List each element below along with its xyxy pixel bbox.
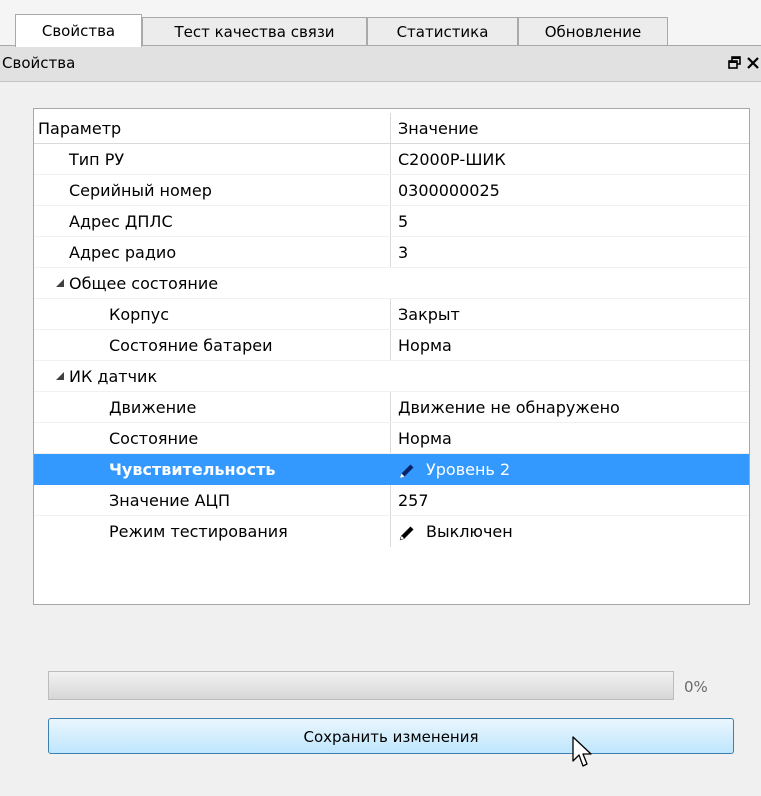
panel-header: Свойства [0, 46, 761, 82]
tab-statistics[interactable]: Статистика [367, 17, 518, 45]
property-row-dpls-address[interactable]: Адрес ДПЛС 5 [34, 206, 749, 237]
property-row-radio-address[interactable]: Адрес радио 3 [34, 237, 749, 268]
property-row-adc-value[interactable]: Значение АЦП 257 [34, 485, 749, 516]
tab-link-quality-test[interactable]: Тест качества связи [142, 17, 367, 45]
property-name: Серийный номер [69, 181, 212, 200]
group-name: ИК датчик [69, 367, 158, 386]
property-value: Норма [398, 336, 452, 355]
property-value: Выключен [426, 522, 513, 541]
property-value: Норма [398, 429, 452, 448]
property-row-battery-state[interactable]: Состояние батареи Норма [34, 330, 749, 361]
mouse-cursor-icon [572, 736, 592, 767]
tab-properties-label: Свойства [41, 22, 116, 40]
property-name: Состояние батареи [109, 336, 273, 355]
group-row-ir-sensor[interactable]: ИК датчик [34, 361, 749, 392]
property-row-type[interactable]: Тип РУ С2000Р-ШИК [34, 144, 749, 175]
property-value-editor[interactable]: Выключен [398, 516, 513, 547]
property-name: Тип РУ [69, 150, 125, 169]
property-name: Состояние [109, 429, 199, 448]
property-name: Адрес радио [69, 243, 177, 262]
progress-percent: 0% [684, 678, 708, 696]
collapse-arrow-icon[interactable] [56, 372, 64, 380]
property-name: Корпус [109, 305, 170, 324]
grid-header-value: Значение [398, 119, 479, 138]
grid-header: Параметр Значение [34, 113, 749, 144]
pencil-icon [400, 464, 414, 478]
pencil-icon [399, 526, 414, 540]
property-value: Уровень 2 [426, 460, 511, 479]
close-icon[interactable] [746, 56, 760, 70]
property-value: 0300000025 [398, 181, 500, 200]
property-row-case[interactable]: Корпус Закрыт [34, 299, 749, 330]
property-row-state[interactable]: Состояние Норма [34, 423, 749, 454]
restore-icon[interactable] [728, 56, 742, 70]
tab-update-label: Обновление [544, 23, 642, 41]
property-row-test-mode[interactable]: Режим тестирования Выключен [34, 516, 749, 547]
property-name: Чувствительность [109, 460, 276, 479]
tab-bar: Свойства Тест качества связи Статистика … [0, 0, 761, 47]
tab-link-quality-test-label: Тест качества связи [174, 23, 335, 41]
property-value: 257 [398, 491, 429, 510]
property-grid: Параметр Значение Тип РУ С2000Р-ШИК Сери… [33, 108, 750, 605]
collapse-arrow-icon[interactable] [56, 279, 64, 287]
save-changes-button[interactable]: Сохранить изменения [48, 718, 734, 754]
property-name: Значение АЦП [109, 491, 231, 510]
property-row-sensitivity[interactable]: Чувствительность Уровень 2 [34, 454, 749, 485]
property-name: Режим тестирования [109, 522, 288, 541]
property-row-motion[interactable]: Движение Движение не обнаружено [34, 392, 749, 423]
grid-header-param: Параметр [38, 119, 122, 138]
property-value: С2000Р-ШИК [398, 150, 506, 169]
tab-statistics-label: Статистика [396, 23, 489, 41]
tab-update[interactable]: Обновление [518, 17, 668, 45]
property-value: 3 [398, 243, 409, 262]
property-row-serial[interactable]: Серийный номер 0300000025 [34, 175, 749, 206]
property-value: Закрыт [398, 305, 460, 324]
property-value: Движение не обнаружено [398, 398, 620, 417]
property-name: Движение [109, 398, 197, 417]
group-row-general-state[interactable]: Общее состояние [34, 268, 749, 299]
panel-title: Свойства [2, 54, 76, 72]
progress-bar [48, 671, 674, 700]
property-value: 5 [398, 212, 409, 231]
group-name: Общее состояние [69, 274, 219, 293]
property-name: Адрес ДПЛС [69, 212, 173, 231]
column-separator[interactable] [390, 113, 391, 144]
tab-properties[interactable]: Свойства [15, 14, 142, 47]
property-value-editor[interactable]: Уровень 2 [398, 454, 510, 485]
